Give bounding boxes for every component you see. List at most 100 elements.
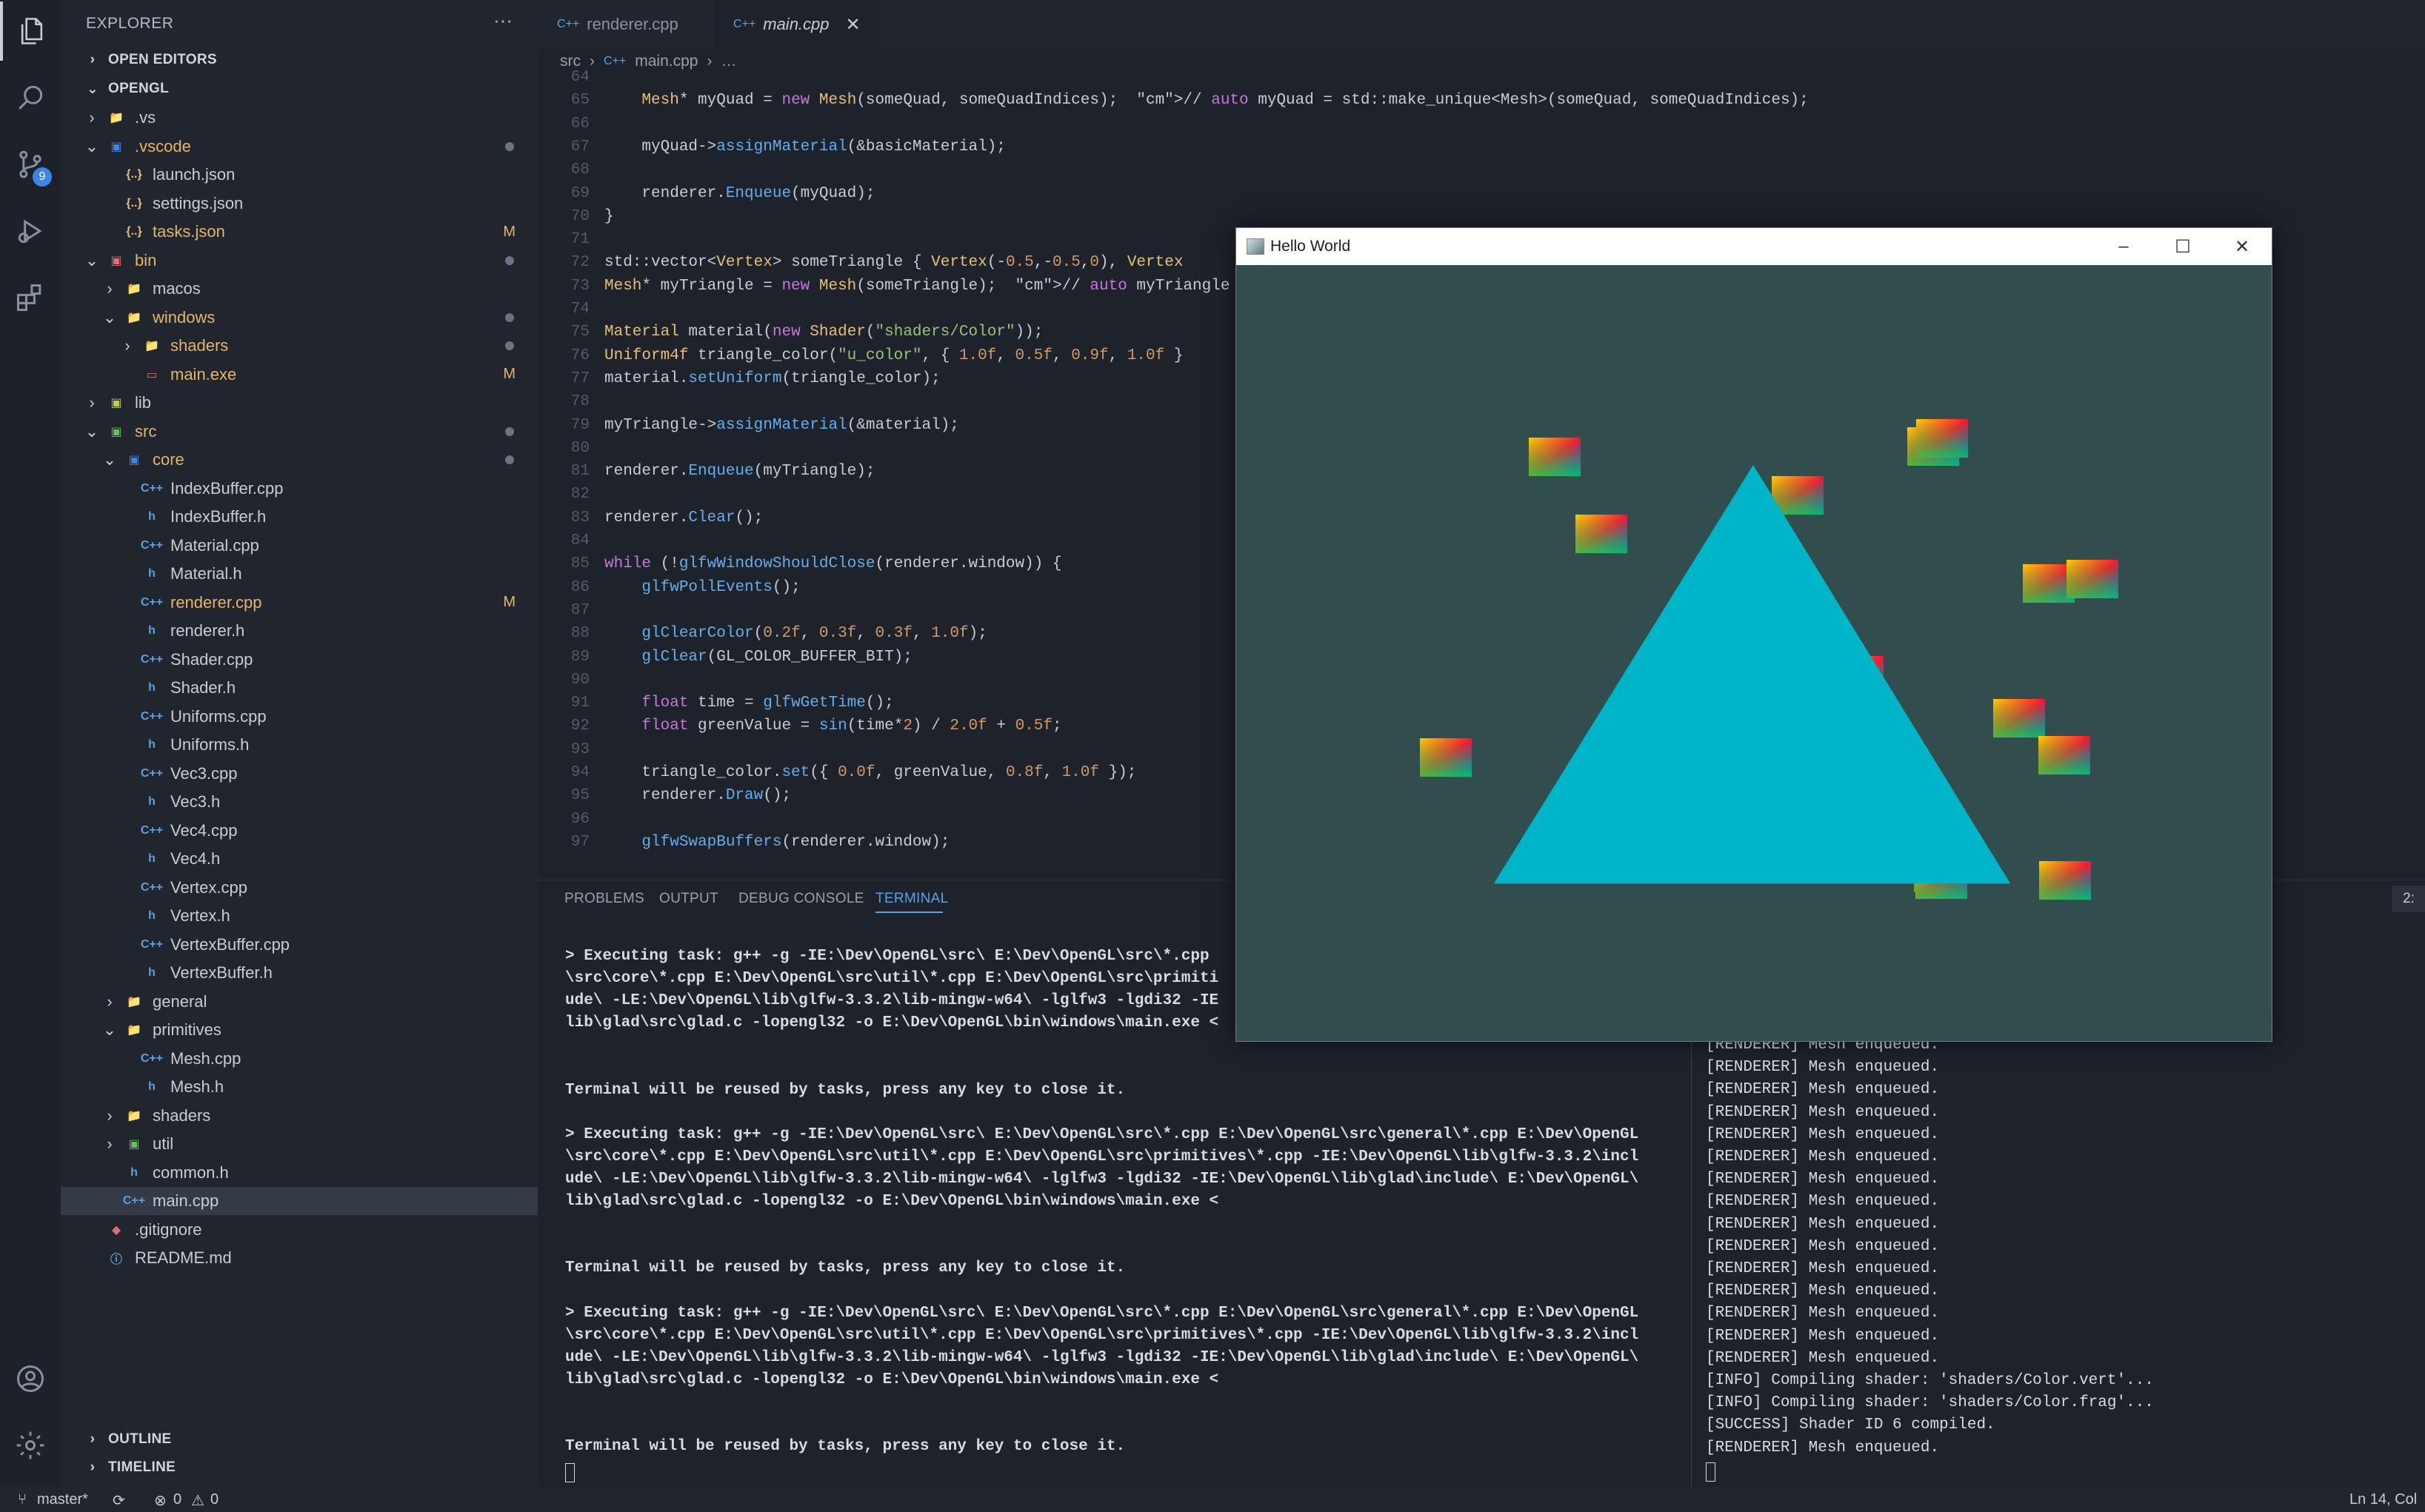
tab-main-cpp[interactable]: C++ main.cpp ✕: [714, 0, 880, 49]
code-line[interactable]: myTriangle->assignMaterial(&material);: [604, 414, 959, 437]
close-window-button[interactable]: ✕: [2212, 228, 2272, 265]
code-line[interactable]: glClear(GL_COLOR_BUFFER_BIT);: [604, 646, 912, 669]
tree-item[interactable]: C++ Material.cpp: [61, 532, 538, 560]
tree-item[interactable]: C++ renderer.cpp M: [61, 589, 538, 617]
tab-problems[interactable]: PROBLEMS: [564, 891, 644, 907]
tree-item[interactable]: ⌄ 📁 primitives: [61, 1016, 538, 1044]
tree-item[interactable]: ◆ .gitignore: [61, 1216, 538, 1244]
tree-item[interactable]: C++ Mesh.cpp: [61, 1045, 538, 1073]
code-line[interactable]: myQuad->assignMaterial(&basicMaterial);: [604, 136, 1006, 158]
tree-item[interactable]: › 📁 shaders: [61, 332, 538, 360]
tree-item[interactable]: h Mesh.h: [61, 1073, 538, 1101]
tree-item[interactable]: › 📁 general: [61, 988, 538, 1016]
code-line[interactable]: glfwSwapBuffers(renderer.window);: [604, 831, 950, 854]
code-line[interactable]: float greenValue = sin(time*2) / 2.0f + …: [604, 715, 1061, 737]
tree-item[interactable]: h Material.h: [61, 560, 538, 588]
account-icon[interactable]: [0, 1349, 61, 1408]
tree-item[interactable]: {..} tasks.json M: [61, 218, 538, 246]
code-line[interactable]: Mesh* myQuad = new Mesh(someQuad, someQu…: [604, 89, 1808, 112]
code-line[interactable]: renderer.Draw();: [604, 784, 791, 807]
timeline-section[interactable]: › TIMELINE: [61, 1454, 538, 1482]
code-line[interactable]: }: [604, 205, 614, 228]
tree-item[interactable]: C++ Vec4.cpp: [61, 817, 538, 845]
minimize-button[interactable]: –: [2094, 228, 2153, 265]
tree-item[interactable]: h Vertex.h: [61, 902, 538, 930]
code-line[interactable]: renderer.Enqueue(myQuad);: [604, 182, 875, 205]
chevron-down-icon: ⌄: [86, 81, 99, 97]
tree-item[interactable]: {..} launch.json: [61, 161, 538, 189]
hello-world-window[interactable]: Hello World – ☐ ✕: [1235, 227, 2272, 1042]
more-actions-icon[interactable]: ···: [493, 9, 513, 32]
open-editors-section[interactable]: › OPEN EDITORS: [61, 46, 538, 74]
code-line[interactable]: renderer.Clear();: [604, 506, 763, 529]
outline-section[interactable]: › OUTLINE: [61, 1425, 538, 1454]
tab-output[interactable]: OUTPUT: [659, 891, 718, 907]
tree-item[interactable]: h Vec4.h: [61, 845, 538, 873]
tree-item[interactable]: ▭ main.exe M: [61, 361, 538, 389]
tree-item[interactable]: › 📁 .vs: [61, 104, 538, 132]
tree-item[interactable]: C++ VertexBuffer.cpp: [61, 931, 538, 959]
tree-item[interactable]: ⌄ ▣ .vscode: [61, 133, 538, 161]
tree-item[interactable]: C++ Vertex.cpp: [61, 874, 538, 902]
code-line[interactable]: while (!glfwWindowShouldClose(renderer.w…: [604, 552, 1062, 575]
close-tab-icon[interactable]: ✕: [846, 14, 861, 36]
maximize-button[interactable]: ☐: [2153, 228, 2212, 265]
run-debug-icon[interactable]: [0, 201, 61, 261]
tree-item[interactable]: › 📁 macos: [61, 275, 538, 303]
tree-item[interactable]: {..} settings.json: [61, 190, 538, 218]
code-line[interactable]: glfwPollEvents();: [604, 576, 800, 599]
tree-item[interactable]: C++ IndexBuffer.cpp: [61, 475, 538, 503]
code-line[interactable]: material.setUniform(triangle_color);: [604, 367, 941, 390]
tree-item[interactable]: h common.h: [61, 1159, 538, 1187]
window-title-bar[interactable]: Hello World – ☐ ✕: [1236, 228, 2272, 265]
warning-count[interactable]: 0: [210, 1491, 219, 1508]
sync-icon[interactable]: ⟳: [113, 1491, 125, 1510]
tree-item[interactable]: C++ Vec3.cpp: [61, 760, 538, 788]
tree-item[interactable]: h VertexBuffer.h: [61, 959, 538, 987]
explorer-icon[interactable]: [0, 1, 61, 61]
chevron-right-icon: ›: [89, 108, 95, 127]
tree-item[interactable]: h Vec3.h: [61, 788, 538, 816]
tree-item[interactable]: ⓘ README.md: [61, 1244, 538, 1272]
tree-item[interactable]: C++ Uniforms.cpp: [61, 703, 538, 731]
tab-debug-console[interactable]: DEBUG CONSOLE: [738, 891, 864, 907]
source-control-icon[interactable]: 9: [0, 135, 61, 194]
tree-item[interactable]: › ▣ util: [61, 1130, 538, 1158]
tab-terminal[interactable]: TERMINAL: [875, 891, 948, 907]
tree-item[interactable]: › 📁 shaders: [61, 1102, 538, 1130]
search-icon[interactable]: [0, 68, 61, 127]
opengl-canvas[interactable]: [1236, 265, 2272, 1041]
code-line[interactable]: Uniform4f triangle_color("u_color", { 1.…: [604, 344, 1183, 367]
code-line[interactable]: std::vector<Vertex> someTriangle { Verte…: [604, 251, 1183, 274]
tree-item[interactable]: ⌄ ▣ bin: [61, 247, 538, 275]
branch-name[interactable]: master*: [37, 1491, 88, 1508]
warning-icon: ⚠: [191, 1493, 204, 1509]
tree-item[interactable]: h Shader.h: [61, 674, 538, 702]
code-line[interactable]: glClearColor(0.2f, 0.3f, 0.3f, 1.0f);: [604, 622, 987, 645]
code-line[interactable]: float time = glfwGetTime();: [604, 692, 893, 715]
extensions-icon[interactable]: [0, 268, 61, 327]
breadcrumb-file[interactable]: main.cpp: [635, 53, 698, 70]
code-line[interactable]: Material material(new Shader("shaders/Co…: [604, 321, 1043, 344]
tree-item[interactable]: ⌄ 📁 windows: [61, 304, 538, 332]
code-line[interactable]: Mesh* myTriangle = new Mesh(someTriangle…: [604, 275, 1230, 298]
cursor-position[interactable]: Ln 14, Col: [2349, 1491, 2417, 1508]
tree-item[interactable]: ⌄ ▣ core: [61, 446, 538, 474]
settings-gear-icon[interactable]: [0, 1416, 61, 1475]
terminal-selector[interactable]: 2:: [2392, 886, 2425, 912]
tree-item[interactable]: C++ Shader.cpp: [61, 646, 538, 674]
error-count[interactable]: 0: [173, 1491, 181, 1508]
breadcrumb-more[interactable]: …: [721, 53, 736, 70]
tree-item[interactable]: h renderer.h: [61, 617, 538, 645]
tree-item-label: README.md: [135, 1248, 232, 1267]
code-line[interactable]: triangle_color.set({ 0.0f, greenValue, 0…: [604, 761, 1136, 784]
tree-item[interactable]: › ▣ lib: [61, 389, 538, 417]
tree-item[interactable]: C++ main.cpp: [61, 1187, 538, 1215]
tree-item-label: Vertex.h: [170, 906, 230, 925]
tree-item[interactable]: h IndexBuffer.h: [61, 503, 538, 531]
code-line[interactable]: renderer.Enqueue(myTriangle);: [604, 460, 875, 483]
tree-item[interactable]: ⌄ ▣ src: [61, 418, 538, 446]
tree-item[interactable]: h Uniforms.h: [61, 731, 538, 759]
tab-renderer-cpp[interactable]: C++ renderer.cpp: [538, 0, 698, 49]
workspace-root[interactable]: ⌄ OPENGL: [61, 75, 538, 103]
